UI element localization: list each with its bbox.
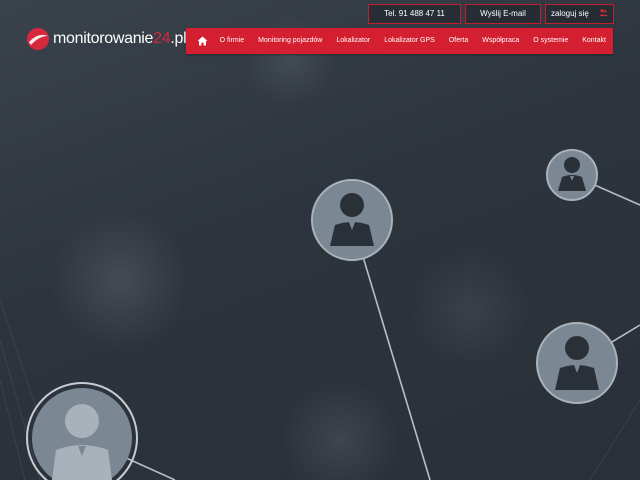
logo-mark-icon (27, 28, 49, 50)
nav-item-monitoring-pojazdow[interactable]: Monitoring pojazdów (251, 28, 329, 54)
nav-item-lokalizator[interactable]: Lokalizator (329, 28, 377, 54)
nav-item-lokalizator-gps[interactable]: Lokalizator GPS (377, 28, 442, 54)
home-icon (197, 36, 208, 46)
person-icon (26, 382, 138, 480)
send-email-label: Wyślij E-mail (480, 9, 526, 18)
person-icon (536, 322, 618, 404)
login-button[interactable]: zaloguj się (545, 4, 614, 24)
person-icon (311, 179, 393, 261)
send-email-button[interactable]: Wyślij E-mail (465, 4, 541, 24)
nav-home-button[interactable] (192, 28, 213, 54)
nav-item-wspolpraca[interactable]: Współpraca (475, 28, 526, 54)
login-label: zaloguj się (550, 9, 589, 18)
logo-text-main: monitorowanie (53, 30, 154, 47)
nav-item-o-firmie[interactable]: O firmie (213, 28, 252, 54)
nav-item-kontakt[interactable]: Kontakt (575, 28, 613, 54)
logo-text: monitorowanie24.pl (53, 27, 187, 51)
logo-text-tld: .pl (170, 30, 187, 47)
nav-item-o-systemie[interactable]: O systemie (526, 28, 575, 54)
phone-button[interactable]: Tel. 91 488 47 11 (368, 4, 461, 24)
site-logo[interactable]: monitorowanie24.pl (26, 27, 187, 51)
users-icon (599, 9, 608, 17)
person-icon (546, 149, 598, 201)
logo-text-number: 24 (153, 30, 171, 47)
phone-label: Tel. 91 488 47 11 (384, 9, 445, 18)
people-network-graphic (0, 149, 640, 480)
nav-item-oferta[interactable]: Oferta (442, 28, 475, 54)
main-navigation: O firmie Monitoring pojazdów Lokalizator… (186, 28, 613, 54)
